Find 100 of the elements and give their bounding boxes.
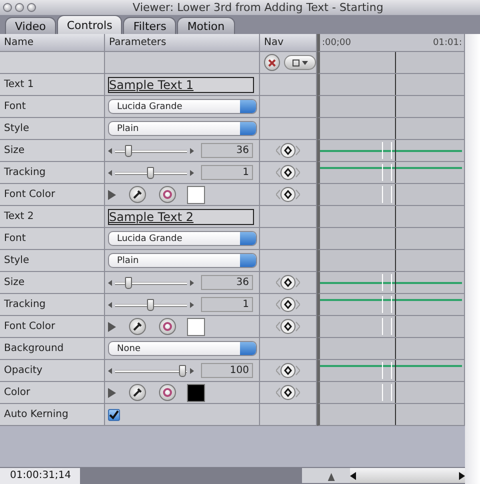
vertical-scrollbar[interactable]: [465, 34, 480, 484]
popup-menu[interactable]: None: [108, 341, 257, 356]
parameter-name: Auto Kerning: [0, 404, 105, 426]
parameter-name: Text 2: [0, 206, 105, 228]
value-field[interactable]: 1: [201, 297, 253, 312]
tab[interactable]: Filters: [123, 17, 176, 34]
text-field[interactable]: Sample Text 2: [108, 208, 254, 224]
value-field[interactable]: 36: [201, 275, 253, 290]
slider-thumb[interactable]: [125, 144, 132, 156]
color-wheel-icon: [163, 388, 172, 397]
zoom-slider[interactable]: [302, 468, 350, 483]
eyedropper-button[interactable]: [129, 186, 146, 203]
text-field[interactable]: Sample Text 1: [108, 76, 254, 92]
tab[interactable]: Controls: [56, 15, 122, 34]
parameter-name: Background: [0, 338, 105, 360]
eyedropper-icon: [133, 322, 142, 331]
color-swatch[interactable]: [187, 186, 205, 204]
close-icon[interactable]: [3, 3, 12, 12]
value-field[interactable]: 1: [201, 165, 253, 180]
color-swatch[interactable]: [187, 318, 205, 336]
disclosure-triangle-icon: [108, 322, 116, 332]
slider-thumb[interactable]: [147, 298, 154, 310]
timecode-field[interactable]: 01:00:31;14: [0, 468, 80, 484]
keyframe-icon: [276, 142, 300, 159]
parameter-name: Tracking: [0, 294, 105, 316]
slider-thumb[interactable]: [328, 473, 335, 481]
right-arrow-icon: [190, 280, 194, 286]
zoom-icon[interactable]: [27, 3, 36, 12]
parameter-name: Color: [0, 382, 105, 404]
value-field[interactable]: 100: [201, 363, 253, 378]
keyframe-marker: [382, 164, 392, 181]
parameter-name: Style: [0, 250, 105, 272]
parameter-name: Opacity: [0, 360, 105, 382]
value-field[interactable]: 36: [201, 143, 253, 158]
parameter-name: Style: [0, 118, 105, 140]
color-wheel-icon: [163, 190, 172, 199]
keyframe-icon: [276, 186, 300, 203]
keyframe-button[interactable]: [276, 318, 300, 335]
popup-menu[interactable]: Lucida Grande: [108, 231, 257, 246]
keyframe-icon: [276, 362, 300, 379]
keyframe-icon: [276, 296, 300, 313]
right-arrow-icon: [190, 148, 194, 154]
slider-thumb[interactable]: [179, 364, 186, 376]
column-header: Nav: [260, 34, 317, 52]
popup-menu[interactable]: Plain: [108, 121, 257, 136]
disclosure-triangle-icon: [108, 190, 116, 200]
right-arrow-icon: [190, 170, 194, 176]
reset-button[interactable]: [264, 54, 280, 71]
eyedropper-button[interactable]: [129, 384, 146, 401]
left-arrow-icon: [108, 148, 112, 154]
parameter-name: Text 1: [0, 74, 105, 96]
color-wheel-button[interactable]: [159, 186, 176, 203]
stepper-icon: [240, 100, 256, 113]
keyframe-marker: [382, 384, 392, 401]
left-arrow-icon: [350, 472, 356, 480]
disclosure-triangle-icon: [108, 388, 116, 398]
eyedropper-button[interactable]: [129, 318, 146, 335]
color-wheel-button[interactable]: [159, 318, 176, 335]
right-arrow-icon: [190, 302, 194, 308]
parameter-name: Font Color: [0, 184, 105, 206]
color-swatch[interactable]: [187, 384, 205, 402]
keyframe-button[interactable]: [276, 384, 300, 401]
popup-menu[interactable]: Plain: [108, 253, 257, 268]
left-arrow-icon: [108, 170, 112, 176]
checkmark-icon: [109, 410, 119, 420]
keyframe-button[interactable]: [276, 164, 300, 181]
checkbox[interactable]: [108, 408, 120, 420]
keyframe-button[interactable]: [276, 362, 300, 379]
keyframe-marker: [382, 274, 392, 291]
right-arrow-icon: [190, 368, 194, 374]
popup-menu[interactable]: Lucida Grande: [108, 99, 257, 114]
window-title: Viewer: Lower 3rd from Adding Text - Starting: [132, 1, 384, 14]
slider-thumb[interactable]: [125, 276, 132, 288]
tab[interactable]: Motion: [177, 17, 235, 34]
keyframe-button[interactable]: [276, 186, 300, 203]
ruler-time: :00;00: [322, 38, 351, 48]
keyframe-marker: [382, 296, 392, 313]
close-icon: [268, 58, 276, 66]
column-header: Parameters: [105, 34, 260, 52]
tab[interactable]: Video: [5, 17, 56, 34]
keyframe-icon: [276, 274, 300, 291]
keyframe-marker: [382, 186, 392, 203]
stepper-icon: [240, 122, 256, 135]
parameter-name: Size: [0, 272, 105, 294]
slider-thumb[interactable]: [147, 166, 154, 178]
horizontal-scrollbar[interactable]: [350, 468, 465, 483]
color-wheel-button[interactable]: [159, 384, 176, 401]
keyframe-marker: [382, 362, 392, 379]
caret-icon: [292, 58, 308, 66]
eyedropper-icon: [133, 388, 142, 397]
keyframe-icon: [276, 318, 300, 335]
parameter-name: Font: [0, 96, 105, 118]
keyframe-button[interactable]: [276, 142, 300, 159]
options-button[interactable]: [284, 55, 316, 70]
color-wheel-icon: [163, 322, 172, 331]
keyframe-button[interactable]: [276, 296, 300, 313]
parameter-name: Font Color: [0, 316, 105, 338]
parameter-name: Tracking: [0, 162, 105, 184]
keyframe-button[interactable]: [276, 274, 300, 291]
minimize-icon[interactable]: [15, 3, 24, 12]
